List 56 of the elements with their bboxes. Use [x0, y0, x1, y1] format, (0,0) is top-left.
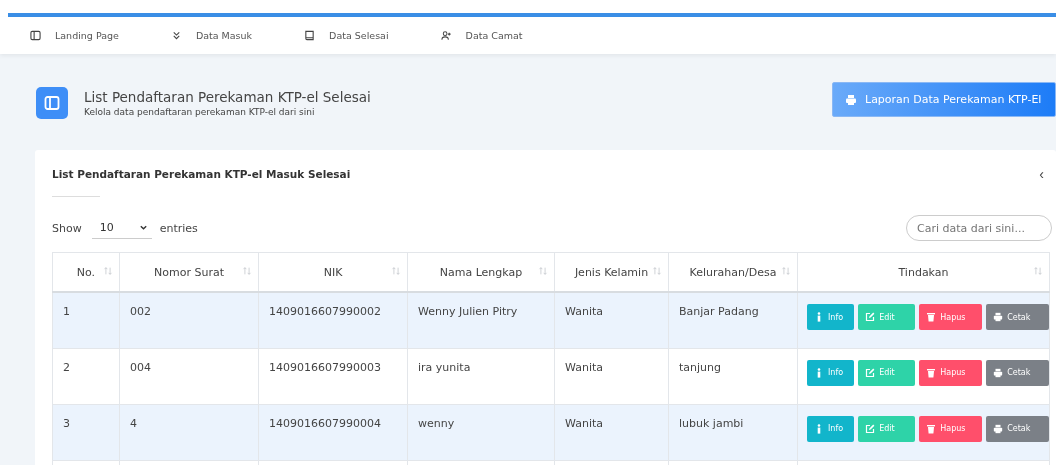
print-button[interactable]: Cetak	[986, 415, 1049, 442]
edit-icon	[865, 312, 876, 322]
table-cell: 2	[52, 348, 120, 404]
trash-icon	[926, 423, 937, 434]
print-button[interactable]: Cetak	[986, 359, 1049, 386]
table-cell: 4	[119, 404, 259, 460]
book-icon	[304, 30, 316, 41]
nav-link[interactable]: Data Masuk	[170, 30, 253, 41]
edit-icon	[865, 423, 876, 434]
table-cell: 1409016607990004	[258, 404, 408, 460]
table-cell: 002	[119, 292, 259, 348]
edit-icon	[865, 367, 876, 378]
sort-icon	[103, 266, 113, 276]
sidebar-icon	[30, 30, 41, 41]
sort-icon	[1033, 266, 1043, 276]
table-cell: ira yunita	[407, 348, 555, 404]
nav-link[interactable]: Data Camat	[440, 30, 523, 41]
nav-link[interactable]: Landing Page	[30, 30, 119, 41]
printer-icon	[993, 367, 1004, 378]
sidebar-icon	[36, 86, 68, 119]
collapse-button[interactable]: ‹	[1039, 166, 1044, 182]
table-cell: Wenny Julien Pitry	[407, 292, 555, 348]
printer-icon	[845, 93, 857, 106]
table-cell: tanjung	[668, 348, 798, 404]
chevrons-down-icon	[170, 30, 182, 41]
show-label: Show	[52, 221, 82, 235]
table-cell: Banjar Padang	[668, 292, 798, 348]
sort-icon	[781, 266, 791, 276]
printer-icon	[993, 423, 1004, 434]
table-cell: Wanita	[554, 404, 669, 460]
sort-icon	[538, 266, 548, 276]
entries-select[interactable]: 10	[91, 217, 152, 239]
page-title: List Pendaftaran Perekaman KTP-el Selesai	[84, 88, 372, 105]
table-cell: 1409016607990002	[258, 292, 408, 348]
nav-link[interactable]: Data Selesai	[304, 30, 389, 41]
table-cell: 004	[119, 348, 259, 404]
table-cell: lubuk jambi	[668, 404, 798, 460]
page-subtitle: Kelola data pendaftaran perekaman KTP-el dari sini	[84, 106, 316, 117]
print-button[interactable]: Cetak	[986, 304, 1049, 330]
search-field[interactable]: Cari data dari sini...	[906, 215, 1052, 241]
user-plus-icon	[440, 30, 452, 41]
sort-icon	[652, 266, 662, 276]
table-cell: Wanita	[554, 348, 669, 404]
card-title: List Pendaftaran Perekaman KTP-el Masuk Selesai	[52, 168, 351, 180]
table-cell: wenny	[407, 404, 555, 460]
entries-label: entries	[159, 221, 198, 235]
trash-icon	[926, 367, 937, 378]
table-cell: 1409016607990003	[258, 348, 408, 404]
trash-icon	[926, 312, 937, 322]
table-cell: 1	[52, 292, 120, 348]
table-cell: Wanita	[554, 292, 669, 348]
sort-icon	[242, 266, 252, 276]
chevron-down-icon	[138, 223, 148, 232]
sort-icon	[391, 266, 401, 276]
printer-icon	[993, 312, 1004, 322]
table-cell: 3	[52, 404, 120, 460]
